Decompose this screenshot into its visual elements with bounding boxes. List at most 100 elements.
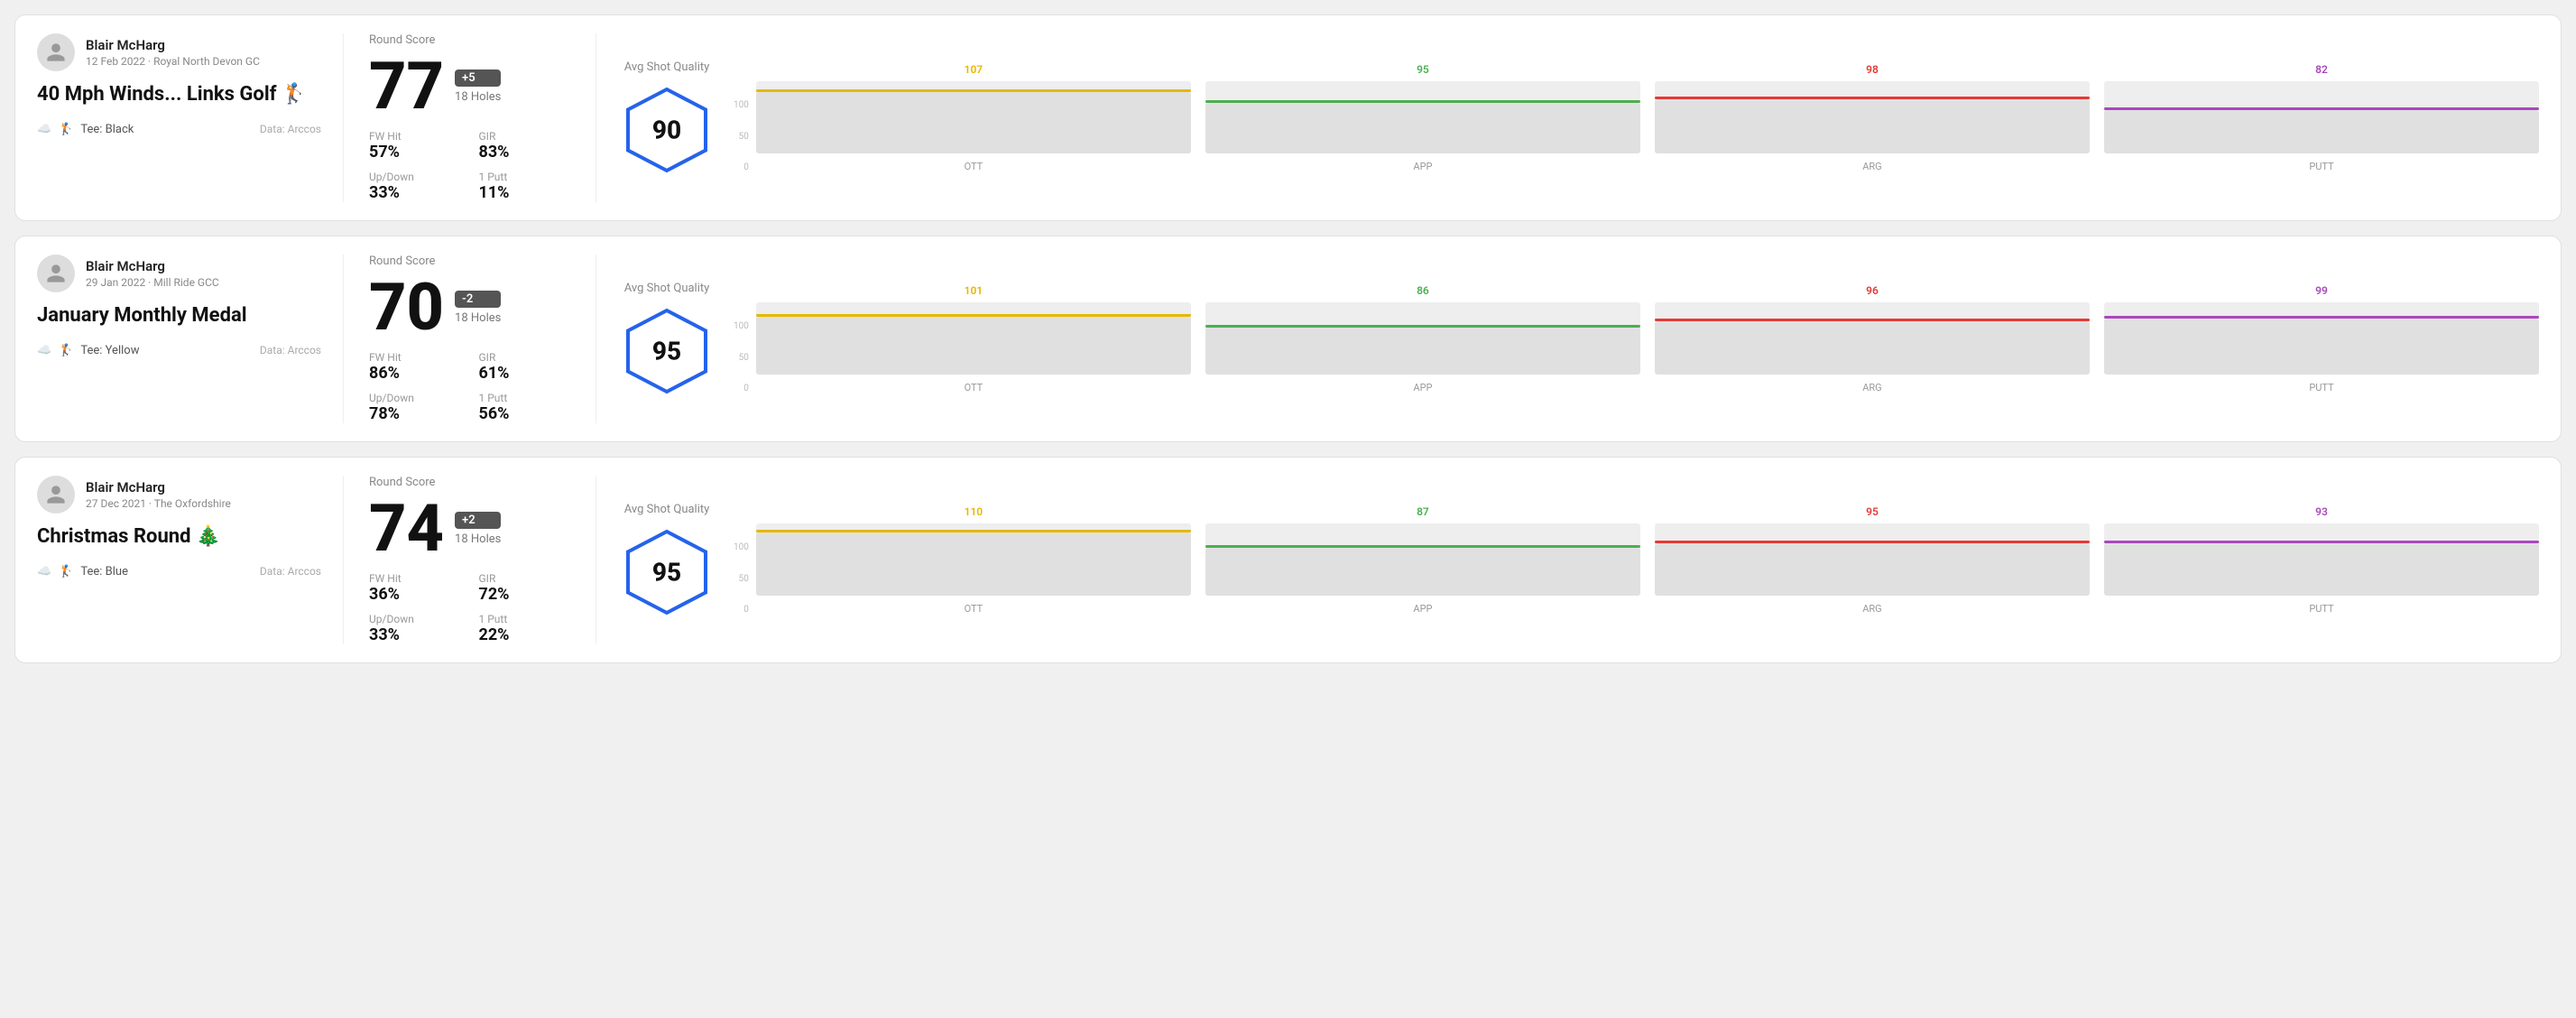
score-row: 77 +5 18 Holes bbox=[369, 54, 570, 119]
stats-grid: FW Hit57%GIR83%Up/Down33%1 Putt11% bbox=[369, 130, 570, 202]
round-title: Christmas Round 🎄 bbox=[37, 524, 321, 551]
bar-marker bbox=[2104, 541, 2539, 543]
bar-marker bbox=[2104, 107, 2539, 110]
weather-icon: ☁️ bbox=[37, 123, 51, 136]
bar-container bbox=[1205, 81, 1640, 153]
round-card-round3: Blair McHarg27 Dec 2021 · The Oxfordshir… bbox=[14, 457, 2562, 663]
holes-label: 18 Holes bbox=[455, 532, 501, 546]
stat-label-fw-hit: FW Hit bbox=[369, 130, 461, 143]
bar-value: 95 bbox=[1866, 505, 1879, 518]
user-row: Blair McHarg27 Dec 2021 · The Oxfordshir… bbox=[37, 476, 321, 514]
bar-marker bbox=[1205, 100, 1640, 103]
stat-value-fw-hit: 36% bbox=[369, 585, 461, 604]
bar-fill bbox=[756, 317, 1191, 375]
right-section: Avg Shot Quality 90100500107OTT95APP98AR… bbox=[596, 33, 2539, 202]
middle-section: Round Score70-218 HolesFW Hit86%GIR61%Up… bbox=[344, 255, 596, 423]
tee-row: ☁️ 🏌 Tee: Yellow Data: Arccos bbox=[37, 344, 321, 357]
stat-label-gir: GIR bbox=[479, 130, 571, 143]
stat-one-putt: 1 Putt11% bbox=[479, 171, 571, 202]
bar-value: 82 bbox=[2315, 63, 2328, 76]
bar-label: APP bbox=[1413, 161, 1432, 172]
bar-value: 110 bbox=[965, 505, 983, 518]
user-name: Blair McHarg bbox=[86, 258, 219, 274]
chart-with-axis: 100500107OTT95APP98ARG82PUTT bbox=[734, 63, 2539, 172]
bar-label: OTT bbox=[965, 161, 983, 172]
bar-container bbox=[756, 523, 1191, 596]
stat-label-gir: GIR bbox=[479, 351, 571, 364]
stat-fw-hit: FW Hit36% bbox=[369, 572, 461, 604]
hexagon: 95 bbox=[622, 306, 712, 396]
round-card-round1: Blair McHarg12 Feb 2022 · Royal North De… bbox=[14, 14, 2562, 221]
hexagon-container: Avg Shot Quality 90 bbox=[622, 60, 712, 175]
bar-fill bbox=[1205, 328, 1640, 375]
bar-container bbox=[756, 81, 1191, 153]
stat-up-down: Up/Down33% bbox=[369, 613, 461, 644]
chart-col-arg: 98ARG bbox=[1655, 63, 2090, 172]
avatar bbox=[37, 476, 75, 514]
bars-row: 110OTT87APP95ARG93PUTT bbox=[756, 505, 2539, 615]
bars-row: 107OTT95APP98ARG82PUTT bbox=[756, 63, 2539, 172]
chart-with-axis: 100500110OTT87APP95ARG93PUTT bbox=[734, 505, 2539, 615]
hexagon: 90 bbox=[622, 85, 712, 175]
score-number: 77 bbox=[369, 54, 444, 119]
round-score-label: Round Score bbox=[369, 255, 570, 268]
score-diff-badge: +2 bbox=[455, 512, 501, 529]
y-axis: 100500 bbox=[734, 542, 752, 615]
bar-value: 98 bbox=[1866, 63, 1879, 76]
score-number: 70 bbox=[369, 275, 444, 340]
round-score-label: Round Score bbox=[369, 33, 570, 47]
stat-label-one-putt: 1 Putt bbox=[479, 171, 571, 183]
score-row: 70-218 Holes bbox=[369, 275, 570, 340]
round-title: January Monthly Medal bbox=[37, 303, 321, 329]
stat-label-one-putt: 1 Putt bbox=[479, 613, 571, 625]
chart-col-arg: 95ARG bbox=[1655, 505, 2090, 615]
score-diff-badge: +5 bbox=[455, 69, 501, 87]
bar-fill bbox=[756, 532, 1191, 596]
user-meta: 29 Jan 2022 · Mill Ride GCC bbox=[86, 276, 219, 289]
chart-col-ott: 107 OTT bbox=[756, 63, 1191, 172]
holes-label: 18 Holes bbox=[455, 90, 501, 104]
weather-icon: ☁️ bbox=[37, 565, 51, 578]
left-section: Blair McHarg12 Feb 2022 · Royal North De… bbox=[37, 33, 344, 202]
stat-value-one-putt: 11% bbox=[479, 183, 571, 202]
tee-info: ☁️ 🏌 Tee: Blue bbox=[37, 565, 128, 578]
chart-area: 100500101OTT86APP96ARG99PUTT bbox=[734, 284, 2539, 393]
score-badge-col: +5 18 Holes bbox=[455, 69, 501, 104]
hexagon-container: Avg Shot Quality 95 bbox=[622, 282, 712, 396]
avatar bbox=[37, 33, 75, 71]
stat-up-down: Up/Down78% bbox=[369, 392, 461, 423]
tee-info: ☁️ 🏌 Tee: Yellow bbox=[37, 344, 139, 357]
chart-area: 100500107OTT95APP98ARG82PUTT bbox=[734, 63, 2539, 172]
middle-section: Round Score77+518 HolesFW Hit57%GIR83%Up… bbox=[344, 33, 596, 202]
user-info: Blair McHarg 29 Jan 2022 · Mill Ride GCC bbox=[86, 258, 219, 289]
bar-marker bbox=[1655, 319, 2090, 321]
data-source: Data: Arccos bbox=[260, 344, 321, 356]
stat-value-up-down: 33% bbox=[369, 183, 461, 202]
stat-one-putt: 1 Putt56% bbox=[479, 392, 571, 423]
user-info: Blair McHarg27 Dec 2021 · The Oxfordshir… bbox=[86, 479, 231, 510]
bar-marker bbox=[1205, 545, 1640, 548]
chart-col-putt: 99PUTT bbox=[2104, 284, 2539, 393]
score-badge-col: +2 18 Holes bbox=[455, 512, 501, 546]
bar-label: PUTT bbox=[2309, 161, 2333, 172]
tee-label: Tee: Blue bbox=[80, 565, 128, 578]
hex-score: 95 bbox=[652, 558, 681, 588]
bar-value: 101 bbox=[965, 284, 983, 297]
bar-fill bbox=[1205, 548, 1640, 596]
left-section: Blair McHarg 29 Jan 2022 · Mill Ride GCC J… bbox=[37, 255, 344, 423]
hex-score: 90 bbox=[652, 116, 681, 145]
bar-value: 87 bbox=[1417, 505, 1429, 518]
chart-col-ott: 101OTT bbox=[756, 284, 1191, 393]
bar-value: 107 bbox=[965, 63, 983, 76]
bar-label: ARG bbox=[1862, 382, 1881, 393]
bar-fill bbox=[1655, 321, 2090, 375]
stat-fw-hit: FW Hit57% bbox=[369, 130, 461, 162]
bar-container bbox=[2104, 523, 2539, 596]
stat-value-gir: 83% bbox=[479, 143, 571, 162]
chart-col-putt: 82 PUTT bbox=[2104, 63, 2539, 172]
chart-with-axis: 100500101OTT86APP96ARG99PUTT bbox=[734, 284, 2539, 393]
bag-icon: 🏌 bbox=[59, 123, 73, 136]
stat-value-fw-hit: 86% bbox=[369, 364, 461, 383]
tee-label: Tee: Black bbox=[80, 123, 134, 136]
stat-value-one-putt: 22% bbox=[479, 625, 571, 644]
